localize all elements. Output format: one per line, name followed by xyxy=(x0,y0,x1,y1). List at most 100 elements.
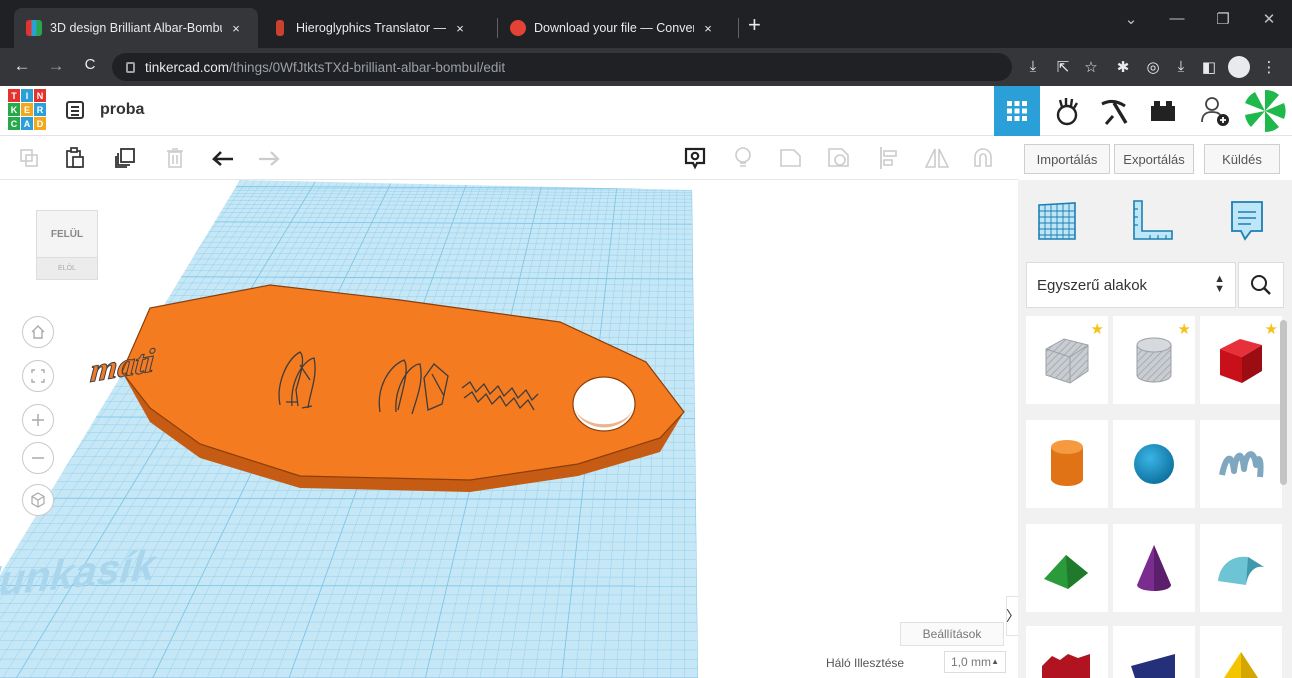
ruler-tool-button[interactable] xyxy=(1130,198,1176,244)
tab-search-icon[interactable]: ⌄ xyxy=(1108,10,1154,28)
minimize-button[interactable]: — xyxy=(1154,10,1200,27)
show-all-button[interactable] xyxy=(730,146,756,170)
extension-icon[interactable]: ✱ xyxy=(1112,58,1134,76)
logo-letter: D xyxy=(34,117,46,130)
tab-close-icon[interactable]: × xyxy=(452,21,468,36)
copy-button[interactable] xyxy=(16,146,42,170)
brick-icon xyxy=(1151,101,1175,121)
reload-button[interactable]: C xyxy=(78,56,102,73)
shape-tile-box-hole[interactable]: ★ xyxy=(1026,316,1108,404)
lingojam-favicon-icon xyxy=(276,20,284,36)
workplane-scene[interactable]: Munkasík mati xyxy=(0,180,1018,678)
paste-button[interactable] xyxy=(62,146,88,170)
workplane-settings-button[interactable]: Beállítások xyxy=(900,622,1004,646)
logo-letter: E xyxy=(21,103,33,116)
new-tab-button[interactable]: + xyxy=(748,14,761,36)
shape-search-button[interactable] xyxy=(1238,262,1284,308)
shape-tile-cylinder-hole[interactable]: ★ xyxy=(1113,316,1195,404)
send-to-button[interactable]: Küldés xyxy=(1204,144,1280,174)
project-name[interactable]: proba xyxy=(100,101,144,119)
redo-button[interactable] xyxy=(256,146,282,170)
keyring-hole[interactable] xyxy=(572,376,636,432)
forward-button[interactable]: → xyxy=(44,56,68,76)
group-button[interactable] xyxy=(778,146,804,170)
undo-button[interactable] xyxy=(210,146,236,170)
bricks-view-button[interactable] xyxy=(1140,86,1186,136)
browser-tab-hieroglyphics[interactable]: Hieroglyphics Translator — Lingo × xyxy=(260,8,496,48)
shape-tile-box[interactable]: ★ xyxy=(1200,316,1282,404)
side-panel-icon[interactable]: ◧ xyxy=(1198,58,1220,76)
favorite-star-icon[interactable]: ★ xyxy=(1091,320,1104,338)
mirror-button[interactable] xyxy=(924,146,950,170)
browser-tab-tinkercad[interactable]: 3D design Brilliant Albar-Bombul × xyxy=(14,8,258,48)
import-button[interactable]: Importálás xyxy=(1024,144,1110,174)
shapes-panel-scrollbar[interactable] xyxy=(1280,320,1287,485)
export-button[interactable]: Exportálás xyxy=(1114,144,1194,174)
view-cube-top[interactable]: FELÜL xyxy=(36,210,98,258)
workplane-tool-button[interactable] xyxy=(1034,198,1080,244)
restore-button[interactable]: ❐ xyxy=(1200,10,1246,28)
browser-tab-bar: 3D design Brilliant Albar-Bombul × Hiero… xyxy=(0,0,1292,48)
profile-avatar[interactable] xyxy=(1228,56,1250,78)
cruise-button[interactable] xyxy=(970,146,996,170)
shape-tile-round-roof[interactable] xyxy=(1200,524,1282,612)
circuits-view-button[interactable] xyxy=(1044,86,1090,136)
workplane-grid-icon xyxy=(1038,202,1076,240)
cylinder-icon xyxy=(1051,440,1083,486)
shape-tile-sphere[interactable] xyxy=(1113,420,1195,508)
tab-close-icon[interactable]: × xyxy=(228,21,244,36)
shape-tile-pyramid[interactable] xyxy=(1200,626,1282,678)
duplicate-button[interactable] xyxy=(112,146,138,170)
zoom-out-icon xyxy=(32,457,44,459)
shape-tile-cylinder[interactable] xyxy=(1026,420,1108,508)
logo-letter: R xyxy=(34,103,46,116)
address-bar[interactable]: tinkercad.com/things/0WfJtktsTXd-brillia… xyxy=(112,53,1012,81)
align-button[interactable] xyxy=(876,146,902,170)
3d-viewport[interactable]: Munkasík mati FELÜL ELÖL Beállítások Hál… xyxy=(0,180,1018,678)
zoom-in-button[interactable] xyxy=(22,404,54,436)
fit-view-button[interactable] xyxy=(22,360,54,392)
cone-icon xyxy=(1137,545,1171,591)
view-cube[interactable]: FELÜL ELÖL xyxy=(36,210,98,280)
shape-category-select[interactable]: Egyszerű alakok ▲ ▼ xyxy=(1026,262,1236,308)
redo-icon xyxy=(259,151,280,166)
search-icon xyxy=(1251,275,1271,295)
lightbulb-icon xyxy=(735,147,751,167)
home-view-button[interactable] xyxy=(22,316,54,348)
shape-tile-roof[interactable] xyxy=(1026,524,1108,612)
codeblocks-view-button[interactable] xyxy=(1092,86,1138,136)
delete-button[interactable] xyxy=(162,146,188,170)
close-window-button[interactable]: ✕ xyxy=(1246,10,1292,28)
cube-perspective-icon xyxy=(31,492,45,508)
invite-user-button[interactable] xyxy=(1192,86,1238,136)
downloads-icon[interactable]: ⤓ xyxy=(1170,58,1192,75)
design-list-icon[interactable] xyxy=(66,101,84,119)
notes-panel-button[interactable] xyxy=(1224,198,1270,244)
extension-spiral-icon[interactable]: ◎ xyxy=(1142,58,1164,76)
notes-tool-button[interactable] xyxy=(682,146,708,170)
note-bubble-icon xyxy=(1231,201,1263,241)
shape-tile-text[interactable] xyxy=(1026,626,1108,678)
share-icon[interactable]: ⇱ xyxy=(1052,58,1074,76)
favorite-star-icon[interactable]: ★ xyxy=(1265,320,1278,338)
wedge-icon xyxy=(1131,654,1175,678)
tab-close-icon[interactable]: × xyxy=(700,21,716,36)
shape-tile-wedge[interactable] xyxy=(1113,626,1195,678)
tinkercad-logo[interactable]: T I N K E R C A D xyxy=(8,89,46,130)
back-button[interactable]: ← xyxy=(10,56,34,76)
shape-tile-cone[interactable] xyxy=(1113,524,1195,612)
ungroup-button[interactable] xyxy=(826,146,852,170)
user-avatar[interactable] xyxy=(1242,86,1288,136)
zoom-out-button[interactable] xyxy=(22,442,54,474)
shape-tile-scribble[interactable] xyxy=(1200,420,1282,508)
snap-grid-select[interactable]: 1,0 mm ▲ xyxy=(944,651,1006,673)
perspective-toggle-button[interactable] xyxy=(22,484,54,516)
browser-tab-convertio[interactable]: Download your file — Convertio × xyxy=(498,8,736,48)
favorite-star-icon[interactable]: ★ xyxy=(1178,320,1191,338)
collapse-panel-button[interactable]: 〉 xyxy=(1006,596,1018,636)
install-app-icon[interactable]: ⤓ xyxy=(1022,58,1044,75)
3d-design-view-button[interactable] xyxy=(994,86,1040,136)
more-menu-icon[interactable]: ⋮ xyxy=(1258,58,1280,76)
view-cube-front[interactable]: ELÖL xyxy=(36,258,98,280)
bookmark-star-icon[interactable]: ☆ xyxy=(1080,58,1102,76)
